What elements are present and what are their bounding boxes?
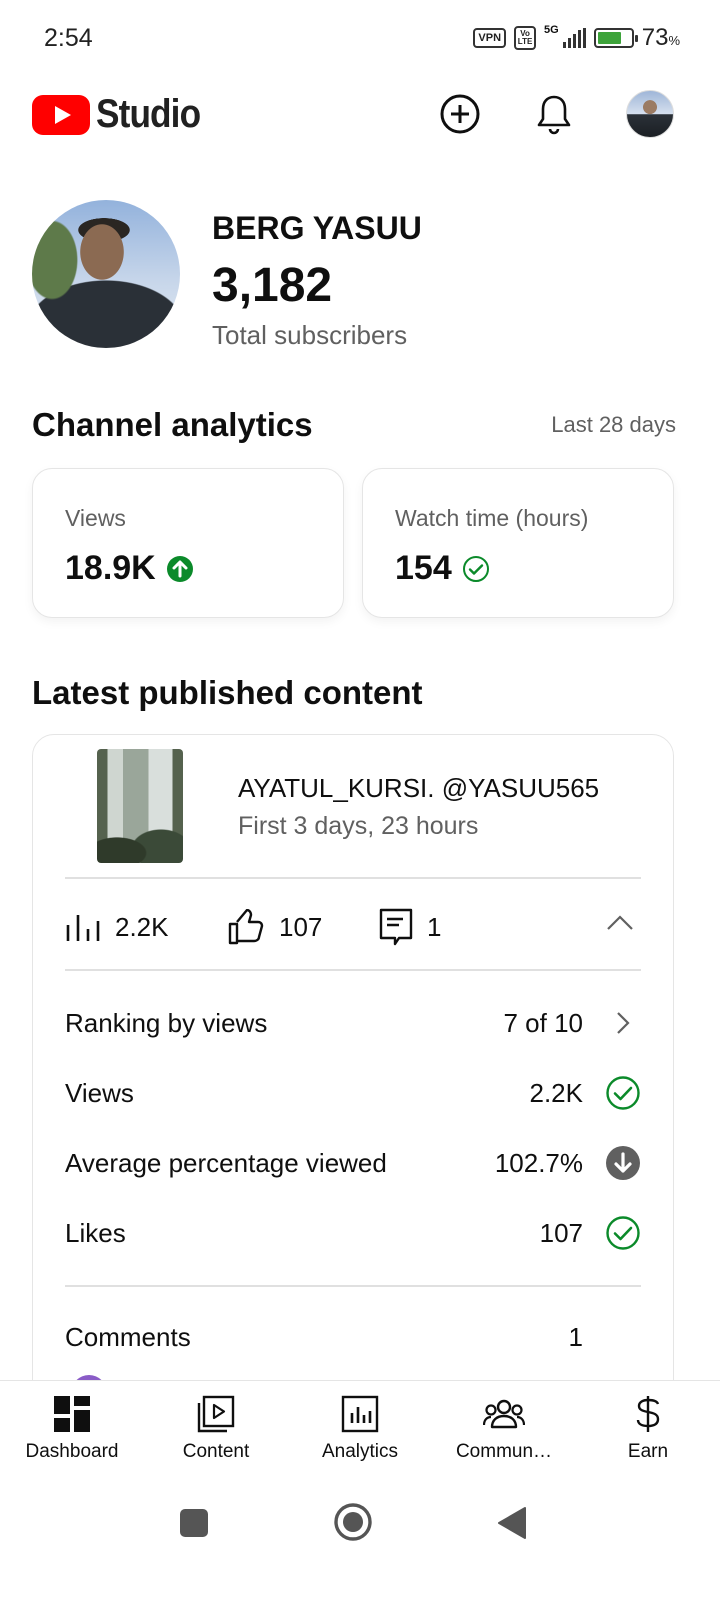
studio-logo[interactable]: Studio xyxy=(32,92,214,137)
likes-row: Likes 107 xyxy=(65,1213,641,1253)
metric-label: Ranking by views xyxy=(65,1007,268,1038)
watch-time-card[interactable]: Watch time (hours) 154 xyxy=(362,468,674,618)
nav-label: Analytics xyxy=(321,1441,399,1462)
metric-label: Likes xyxy=(65,1217,126,1248)
comments-row[interactable]: Comments 1 xyxy=(65,1317,641,1357)
app-actions xyxy=(438,90,674,138)
subscribers-label: Total subscribers xyxy=(212,320,408,350)
system-navigation xyxy=(0,1484,720,1600)
nav-label: Commun… xyxy=(455,1441,553,1462)
views-bars-icon xyxy=(66,915,100,941)
nav-dashboard[interactable]: Dashboard xyxy=(0,1381,144,1484)
earn-icon xyxy=(636,1396,660,1432)
check-circle-icon xyxy=(462,555,489,582)
community-icon xyxy=(483,1399,525,1429)
nav-label: Earn xyxy=(627,1441,669,1462)
analytics-icon xyxy=(341,1395,379,1433)
content-icon xyxy=(197,1395,235,1433)
divider xyxy=(65,969,641,971)
volte-icon: Vo LTE xyxy=(514,26,537,50)
video-stats-row[interactable]: 2.2K 107 1 xyxy=(65,903,641,951)
app-bar: Studio xyxy=(0,78,720,154)
nav-content[interactable]: Content xyxy=(144,1381,288,1484)
chevron-right-icon xyxy=(605,1005,641,1041)
create-icon xyxy=(440,94,480,134)
bottom-navigation: Dashboard Content Analytics Commun… Earn xyxy=(0,1380,720,1484)
metric-label: Comments xyxy=(65,1321,191,1352)
check-circle-icon xyxy=(605,1215,641,1251)
ranking-row[interactable]: Ranking by views 7 of 10 xyxy=(65,1003,641,1043)
back-button[interactable] xyxy=(497,1506,527,1545)
channel-avatar[interactable] xyxy=(32,200,180,348)
metric-value: 154 xyxy=(395,549,490,588)
vpn-icon: VPN xyxy=(473,28,507,48)
video-title[interactable]: AYATUL_KURSI. @YASUU565 xyxy=(238,773,599,804)
channel-name: BERG YASUU xyxy=(212,210,422,246)
channel-profile: BERG YASUU 3,182 Total subscribers xyxy=(32,200,688,350)
analytics-period: Last 28 days xyxy=(551,412,676,437)
metric-value: 107 xyxy=(539,1217,583,1248)
home-circle-icon xyxy=(334,1503,372,1541)
nav-analytics[interactable]: Analytics xyxy=(288,1381,432,1484)
video-subtitle: First 3 days, 23 hours xyxy=(238,812,479,840)
chevron-up-icon xyxy=(607,915,633,930)
nav-community[interactable]: Commun… xyxy=(432,1381,576,1484)
comments-stat: 1 xyxy=(379,908,479,946)
battery-percent: 73% xyxy=(641,24,680,51)
nav-earn[interactable]: Earn xyxy=(576,1381,720,1484)
back-triangle-icon xyxy=(498,1507,526,1539)
metric-label: Views xyxy=(65,505,126,531)
nav-label: Content xyxy=(182,1441,250,1462)
video-thumbnail[interactable] xyxy=(97,749,183,863)
collapse-button[interactable] xyxy=(605,913,635,938)
comment-icon xyxy=(379,908,413,946)
like-icon xyxy=(228,909,264,945)
check-circle-icon xyxy=(605,1075,641,1111)
latest-content-title: Latest published content xyxy=(32,674,423,711)
arrow-down-circle-icon xyxy=(605,1145,641,1181)
divider xyxy=(65,1285,641,1287)
views-card[interactable]: Views 18.9K xyxy=(32,468,344,618)
notifications-button[interactable] xyxy=(532,92,576,136)
notifications-icon xyxy=(537,95,571,135)
logo-text: Studio xyxy=(96,92,201,136)
metric-value: 1 xyxy=(568,1321,583,1352)
create-button[interactable] xyxy=(438,92,482,136)
avg-percentage-row: Average percentage viewed 102.7% xyxy=(65,1143,641,1183)
latest-content-card: AYATUL_KURSI. @YASUU565 First 3 days, 23… xyxy=(32,734,674,1434)
divider xyxy=(65,877,641,879)
channel-analytics-title: Channel analytics xyxy=(32,406,313,443)
metric-value: 18.9K xyxy=(65,549,194,588)
metric-label: Average percentage viewed xyxy=(65,1147,387,1178)
account-avatar[interactable] xyxy=(626,90,674,138)
arrow-up-circle-icon xyxy=(166,555,193,582)
metric-value: 7 of 10 xyxy=(503,1007,583,1038)
status-time: 2:54 xyxy=(44,24,93,52)
network-type: 5G xyxy=(544,24,559,36)
signal-icon xyxy=(562,28,586,48)
status-bar: 2:54 VPN Vo LTE 5G 73% xyxy=(0,0,720,78)
subscriber-count: 3,182 xyxy=(212,259,333,312)
youtube-play-icon xyxy=(32,94,90,135)
metric-label: Views xyxy=(65,1077,134,1108)
views-row: Views 2.2K xyxy=(65,1073,641,1113)
dashboard-icon xyxy=(54,1396,90,1432)
metric-value: 102.7% xyxy=(494,1147,583,1178)
home-button[interactable] xyxy=(333,1502,373,1547)
battery-icon xyxy=(593,28,638,48)
metric-value: 2.2K xyxy=(529,1077,584,1108)
status-indicators: VPN Vo LTE 5G 73% xyxy=(473,24,680,52)
recents-button[interactable] xyxy=(179,1508,209,1543)
metric-label: Watch time (hours) xyxy=(395,505,589,531)
nav-label: Dashboard xyxy=(25,1441,119,1462)
square-icon xyxy=(180,1509,208,1537)
views-stat: 2.2K xyxy=(65,911,227,943)
likes-stat: 107 xyxy=(227,909,379,945)
